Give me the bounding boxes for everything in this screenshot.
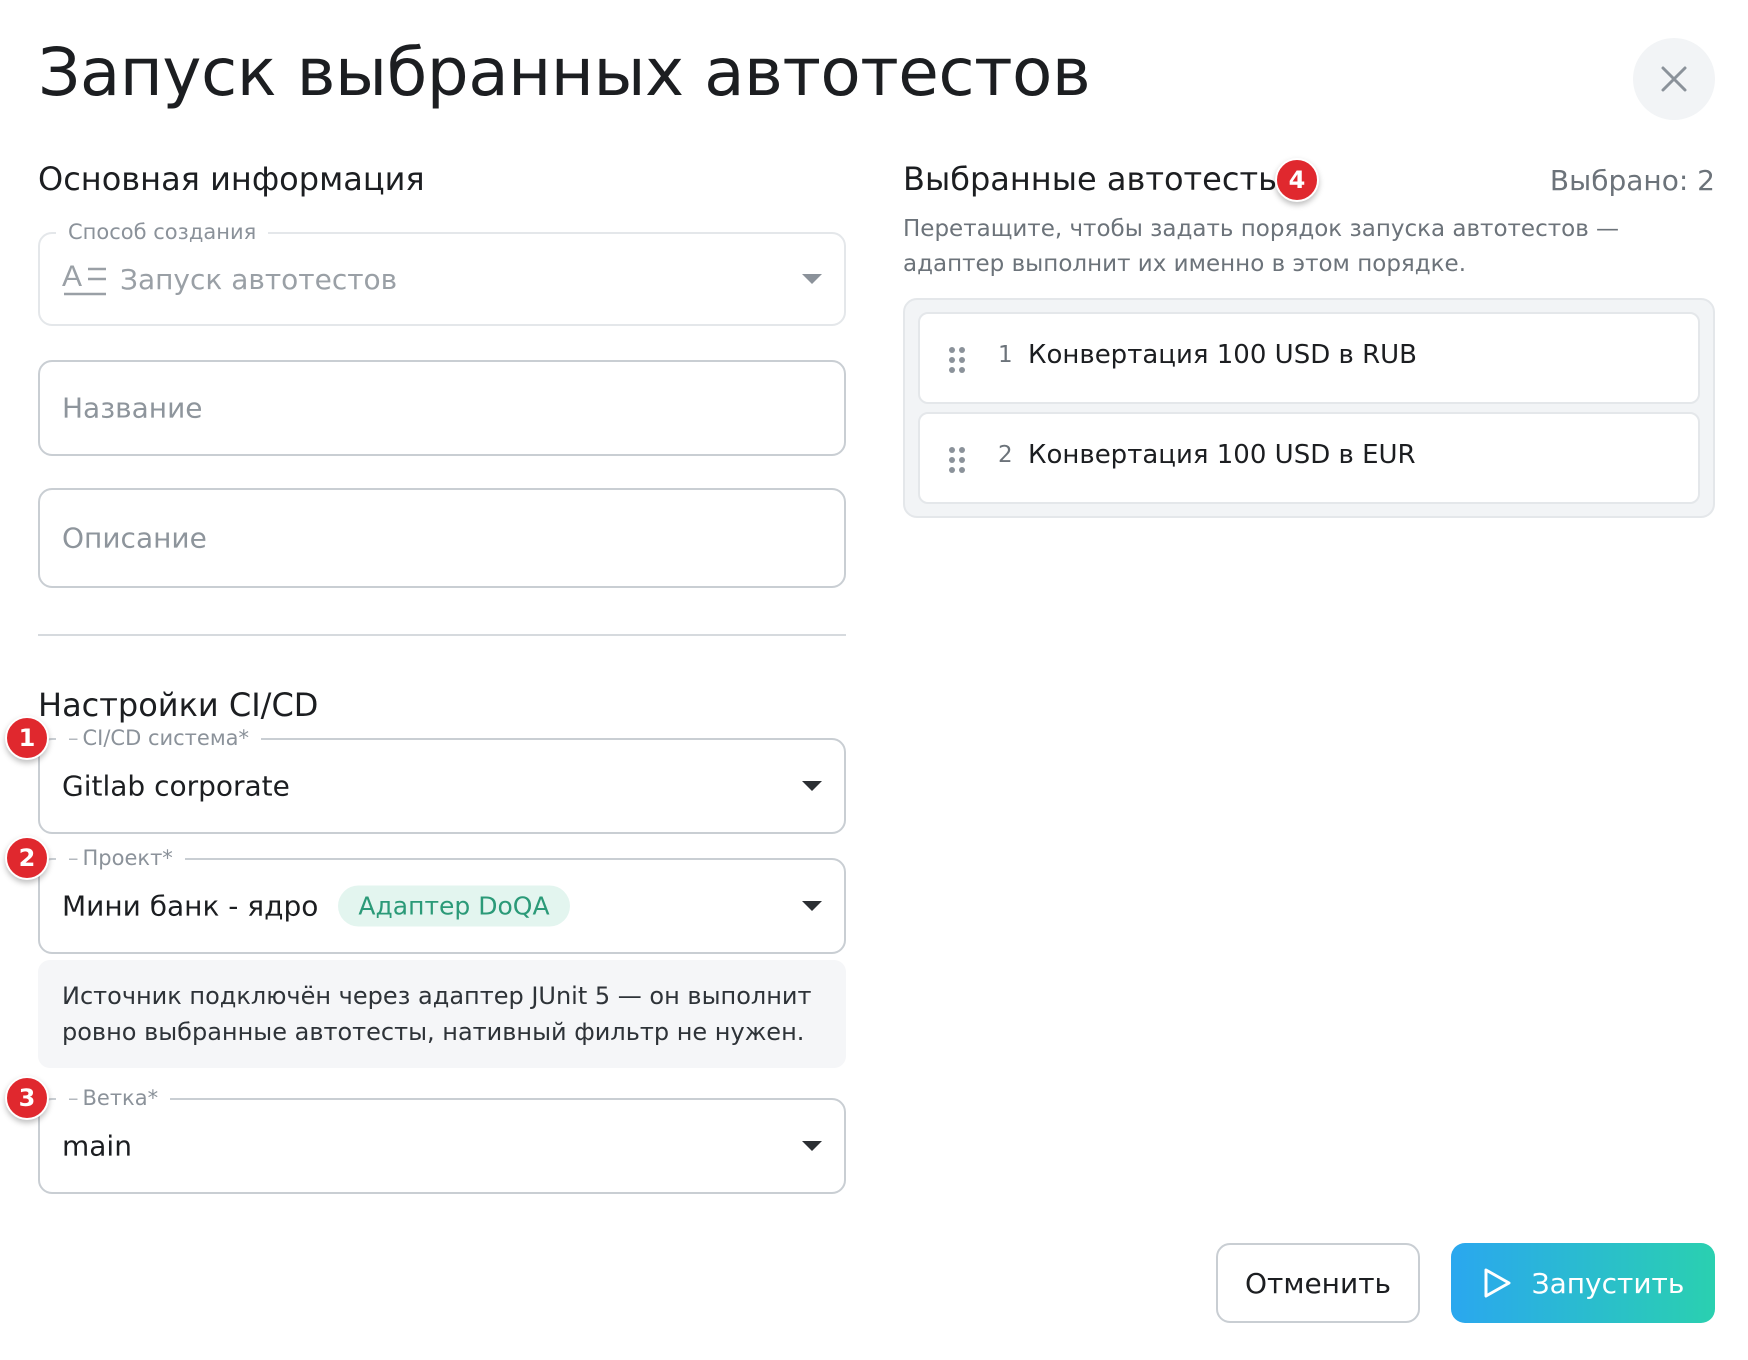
run-autotests-dialog: Запуск выбранных автотестов Основная инф… bbox=[0, 0, 1748, 1360]
list-item[interactable]: 2 Конвертация 100 USD в EUR bbox=[918, 412, 1700, 504]
basic-info-heading: Основная информация bbox=[38, 160, 425, 198]
svg-text:A: A bbox=[62, 260, 82, 293]
description-input[interactable]: Описание bbox=[38, 488, 846, 588]
project-value: Мини банк - ядро Адаптер DoQA bbox=[62, 885, 570, 927]
branch-value: main bbox=[62, 1129, 132, 1163]
close-icon bbox=[1661, 66, 1687, 92]
section-divider bbox=[38, 634, 846, 636]
marker-3: 3 bbox=[5, 1076, 49, 1120]
run-button-label: Запустить bbox=[1531, 1266, 1685, 1300]
branch-label: – Ветка* bbox=[56, 1086, 171, 1110]
run-button[interactable]: Запустить bbox=[1451, 1243, 1715, 1323]
item-name: Конвертация 100 USD в RUB bbox=[1028, 340, 1417, 370]
close-button[interactable] bbox=[1633, 38, 1715, 120]
list-item[interactable]: 1 Конвертация 100 USD в RUB bbox=[918, 312, 1700, 404]
cicd-system-select[interactable]: – CI/CD система* Gitlab corporate bbox=[38, 726, 846, 834]
cicd-system-label: – CI/CD система* bbox=[56, 726, 262, 750]
name-input[interactable]: Название bbox=[38, 360, 846, 456]
chevron-down-icon bbox=[802, 1141, 822, 1151]
chevron-down-icon bbox=[802, 274, 822, 284]
project-select[interactable]: – Проект* Мини банк - ядро Адаптер DoQA bbox=[38, 846, 846, 954]
cicd-heading: Настройки CI/CD bbox=[38, 686, 319, 724]
adapter-chip: Адаптер DoQA bbox=[338, 885, 570, 927]
marker-2: 2 bbox=[5, 836, 49, 880]
play-icon bbox=[1484, 1268, 1511, 1298]
marker-4: 4 bbox=[1275, 158, 1319, 202]
item-name: Конвертация 100 USD в EUR bbox=[1028, 440, 1416, 470]
drag-handle-icon[interactable] bbox=[948, 446, 966, 474]
adapter-info: Источник подключён через адаптер JUnit 5… bbox=[38, 960, 846, 1068]
name-placeholder: Название bbox=[62, 391, 203, 425]
creation-method-select: Способ создания A Запуск автотестов bbox=[38, 220, 846, 326]
selected-count: Выбрано: 2 bbox=[1549, 164, 1715, 197]
cicd-system-value: Gitlab corporate bbox=[62, 769, 290, 803]
cancel-button[interactable]: Отменить bbox=[1216, 1243, 1420, 1323]
selected-tests-list: 1 Конвертация 100 USD в RUB 2 Конвертаци… bbox=[903, 298, 1715, 518]
project-label: – Проект* bbox=[56, 846, 185, 870]
creation-method-value: A Запуск автотестов bbox=[62, 260, 397, 298]
creation-method-label: Способ создания bbox=[56, 220, 269, 244]
drag-handle-icon[interactable] bbox=[948, 346, 966, 374]
chevron-down-icon bbox=[802, 901, 822, 911]
item-index: 1 bbox=[998, 342, 1013, 368]
marker-1: 1 bbox=[5, 716, 49, 760]
description-placeholder: Описание bbox=[62, 521, 207, 555]
chevron-down-icon bbox=[802, 781, 822, 791]
reorder-hint: Перетащите, чтобы задать порядок запуска… bbox=[903, 216, 1620, 277]
text-format-icon: A bbox=[62, 260, 106, 296]
branch-select[interactable]: – Ветка* main bbox=[38, 1086, 846, 1194]
dialog-title: Запуск выбранных автотестов bbox=[38, 34, 1091, 111]
item-index: 2 bbox=[998, 442, 1013, 468]
selected-tests-heading: Выбранные автотесты bbox=[903, 160, 1284, 198]
